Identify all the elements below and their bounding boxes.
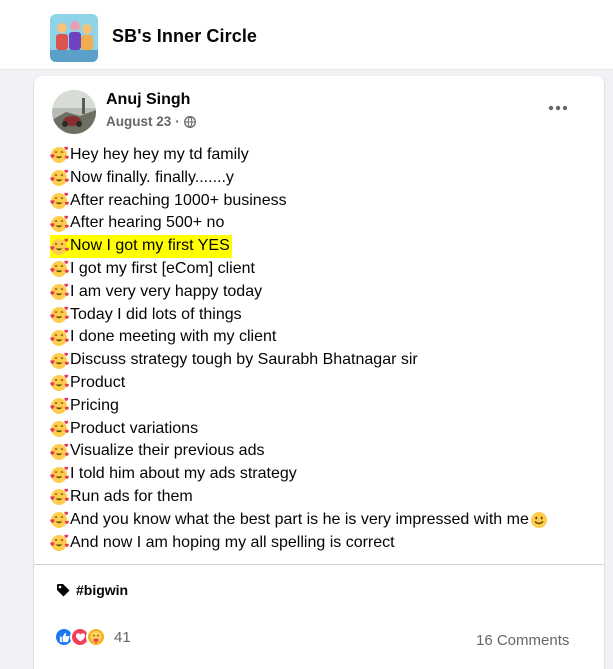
post-line-text: Product: [70, 373, 126, 391]
post-line-content: Pricing: [50, 395, 119, 418]
post-line-content: Run ads for them: [50, 486, 193, 509]
reactions-summary[interactable]: 41: [54, 627, 131, 647]
smiling-face-with-hearts-icon: [50, 238, 70, 256]
post-line: And now I am hoping my all spelling is c…: [50, 532, 598, 555]
post-line-text: After reaching 1000+ business: [70, 191, 287, 209]
post-line: I told him about my ads strategy: [50, 463, 598, 486]
smiling-face-with-hearts-icon: [50, 352, 70, 370]
more-options-icon[interactable]: [542, 92, 574, 124]
hashtag-text[interactable]: #bigwin: [76, 582, 128, 598]
post-line: I got my first [eCom] client: [50, 258, 598, 281]
post-line-text: And you know what the best part is he is…: [70, 510, 529, 528]
meta-separator: ·: [175, 114, 180, 129]
post-line-content: I done meeting with my client: [50, 326, 276, 349]
group-header: SB's Inner Circle: [0, 0, 613, 70]
smiling-face-with-hearts-icon: [50, 488, 70, 506]
group-photo-icon[interactable]: [50, 14, 98, 62]
post-line-text: Pricing: [70, 396, 119, 414]
post-line-text: Visualize their previous ads: [70, 442, 265, 460]
post-line-text: After hearing 500+ no: [70, 214, 225, 232]
divider: [34, 564, 604, 565]
post-line-content: Product variations: [50, 418, 198, 441]
author-avatar[interactable]: [52, 90, 96, 134]
post-line: Run ads for them: [50, 486, 598, 509]
globe-icon: [183, 115, 196, 128]
highlighted-line: Now I got my first YES: [50, 235, 232, 258]
post-line-content: I told him about my ads strategy: [50, 463, 297, 486]
post-line: I done meeting with my client: [50, 326, 598, 349]
post-line-text: Now finally. finally.......y: [70, 168, 234, 186]
post-line-content: And now I am hoping my all spelling is c…: [50, 532, 395, 555]
post-line-text: Discuss strategy tough by Saurabh Bhatna…: [70, 351, 418, 369]
post-line-content: Today I did lots of things: [50, 304, 242, 327]
smiling-face-with-hearts-icon: [50, 443, 70, 461]
post-line-text: Run ads for them: [70, 487, 193, 505]
post-line-content: After hearing 500+ no: [50, 212, 224, 235]
smiling-face-with-hearts-icon: [50, 215, 70, 233]
post-line: Product: [50, 372, 598, 395]
author-name[interactable]: Anuj Singh: [106, 91, 190, 109]
post-line-content: Now finally. finally.......y: [50, 167, 234, 190]
post-line-text: Today I did lots of things: [70, 305, 242, 323]
post-line-content: Visualize their previous ads: [50, 440, 264, 463]
smiling-face-with-hearts-icon: [50, 397, 70, 415]
post-body: Hey hey hey my td family Now finally. fin…: [50, 144, 598, 554]
tag-icon: [57, 584, 70, 597]
smiling-face-with-hearts-icon: [50, 283, 70, 301]
post-line-text: Hey hey hey my td family: [70, 146, 249, 163]
post-line: Discuss strategy tough by Saurabh Bhatna…: [50, 349, 598, 372]
post-line: Product variations: [50, 418, 598, 441]
post-line: Now finally. finally.......y: [50, 167, 598, 190]
post-date[interactable]: August 23: [106, 114, 171, 129]
smiling-face-with-hearts-icon: [50, 329, 70, 347]
smiling-face-icon: [530, 511, 548, 529]
post-line-content: Product: [50, 372, 125, 395]
post-card: Anuj Singh August 23 · Hey hey hey my td…: [34, 76, 604, 669]
post-line: Today I did lots of things: [50, 304, 598, 327]
smiling-face-with-hearts-icon: [50, 466, 70, 484]
post-line: And you know what the best part is he is…: [50, 509, 598, 532]
smiling-face-with-hearts-icon: [50, 374, 70, 392]
smiling-face-with-hearts-icon: [50, 511, 70, 529]
post-line: After reaching 1000+ business: [50, 190, 598, 213]
post-line-content: Hey hey hey my td family: [50, 144, 249, 167]
post-line-text: I am very very happy today: [70, 282, 263, 300]
post-line-content: After reaching 1000+ business: [50, 190, 287, 213]
smiling-face-with-hearts-icon: [50, 260, 70, 278]
post-line-text: I got my first [eCom] client: [70, 259, 255, 277]
smiling-face-with-hearts-icon: [50, 420, 70, 438]
post-line-content: Discuss strategy tough by Saurabh Bhatna…: [50, 349, 418, 372]
post-line: Hey hey hey my td family: [50, 144, 598, 167]
post-line: Pricing: [50, 395, 598, 418]
post-line-text: And now I am hoping my all spelling is c…: [70, 533, 395, 551]
post-line: After hearing 500+ no: [50, 212, 598, 235]
smiling-face-with-hearts-icon: [50, 306, 70, 324]
smiling-face-with-hearts-icon: [50, 192, 70, 210]
post-line-text: I told him about my ads strategy: [70, 465, 297, 483]
post-line-content: And you know what the best part is he is…: [50, 509, 548, 532]
smiling-face-with-hearts-icon: [50, 534, 70, 552]
hashtag-link[interactable]: #bigwin: [56, 582, 128, 598]
post-line: I am very very happy today: [50, 281, 598, 304]
care-icon: [86, 627, 106, 647]
post-line-content: I got my first [eCom] client: [50, 258, 255, 281]
comments-count[interactable]: 16 Comments: [476, 632, 569, 649]
smiling-face-with-hearts-icon: [50, 169, 70, 187]
smiling-face-with-hearts-icon: [50, 146, 70, 164]
post-line-content: I am very very happy today: [50, 281, 262, 304]
post-meta: August 23 ·: [106, 114, 196, 129]
post-line-text: Product variations: [70, 419, 199, 437]
post-line-text: Now I got my first YES: [70, 237, 230, 255]
post-line: Now I got my first YES: [50, 235, 598, 258]
group-name[interactable]: SB's Inner Circle: [112, 26, 257, 47]
post-line: Visualize their previous ads: [50, 440, 598, 463]
reaction-count: 41: [114, 628, 131, 646]
post-line-text: I done meeting with my client: [70, 328, 277, 346]
